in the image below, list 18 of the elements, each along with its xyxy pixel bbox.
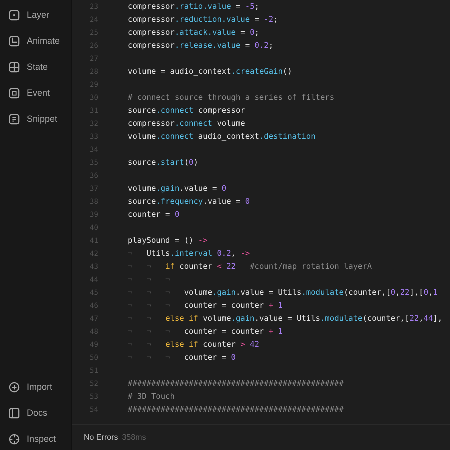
book-icon (9, 408, 20, 418)
layer-icon (9, 10, 20, 20)
sidebar-item[interactable]: Animate (0, 34, 71, 48)
sidebar-item[interactable]: Import (0, 380, 71, 394)
sidebar-item[interactable]: State (0, 60, 71, 74)
sidebar-item[interactable]: Inspect (0, 432, 71, 446)
sidebar-item[interactable]: Snippet (0, 112, 71, 126)
crosshair-icon (9, 434, 20, 444)
plus-circle-icon (9, 382, 20, 392)
sidebar-item[interactable]: Docs (0, 406, 71, 420)
animate-icon (9, 36, 20, 46)
grid-icon (9, 62, 20, 72)
sidebar-item[interactable]: Layer (0, 8, 71, 22)
sidebar-item[interactable]: Event (0, 86, 71, 100)
status-message: No Errors (84, 433, 118, 442)
status-timing: 358ms (122, 433, 146, 442)
snippet-icon (9, 114, 20, 124)
event-icon (9, 88, 20, 98)
